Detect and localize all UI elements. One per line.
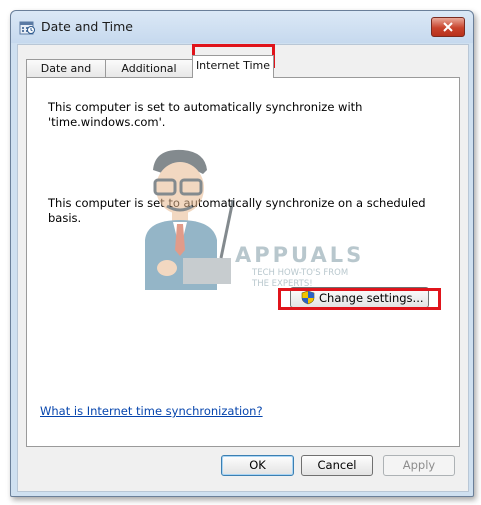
sync-server-message: This computer is set to automatically sy… bbox=[48, 100, 363, 129]
tab-internet-time[interactable]: Internet Time bbox=[192, 55, 274, 78]
close-icon bbox=[443, 22, 453, 32]
close-button[interactable] bbox=[431, 17, 465, 37]
watermark-logo bbox=[145, 149, 235, 290]
dialog-client-area: Date and Time Additional Clocks Internet… bbox=[17, 44, 469, 492]
help-link-internet-time-sync[interactable]: What is Internet time synchronization? bbox=[40, 404, 263, 418]
cancel-button[interactable]: Cancel bbox=[301, 455, 373, 476]
highlight-box-change-settings bbox=[278, 288, 441, 310]
tab-additional-clocks[interactable]: Additional Clocks bbox=[105, 59, 193, 93]
date-time-icon bbox=[19, 21, 35, 35]
title-bar[interactable]: Date and Time bbox=[11, 11, 473, 43]
apply-button[interactable]: Apply bbox=[383, 455, 455, 476]
watermark-tagline-line-1: TECH HOW-TO'S FROM bbox=[252, 268, 349, 278]
watermark-brand: APPUALS bbox=[235, 243, 365, 267]
ok-button[interactable]: OK bbox=[221, 455, 294, 476]
tab-date-and-time[interactable]: Date and Time bbox=[26, 59, 106, 93]
window-title: Date and Time bbox=[41, 19, 133, 34]
sync-schedule-message: This computer is set to automatically sy… bbox=[48, 196, 426, 225]
